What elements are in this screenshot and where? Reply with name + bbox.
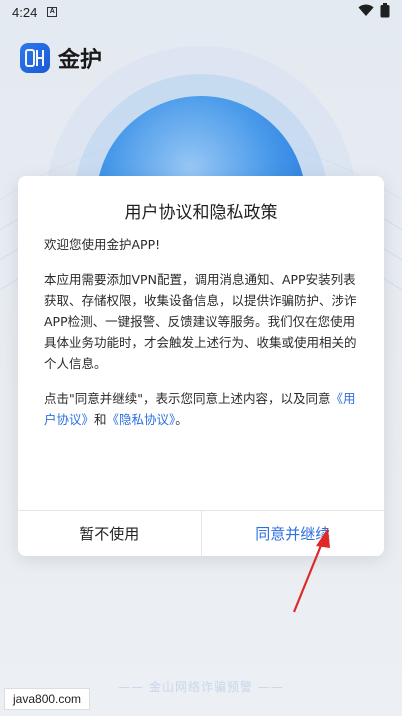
dialog-footer: 暂不使用 同意并继续 (18, 510, 384, 556)
permissions-paragraph: 本应用需要添加VPN配置，调用消息通知、APP安装列表获取、存储权限，收集设备信… (44, 272, 357, 371)
dialog-greeting: 欢迎您使用金护APP! (44, 237, 161, 252)
accept-continue-button[interactable]: 同意并继续 (201, 511, 384, 556)
consent-text-prefix: 点击"同意并继续"，表示您同意上述内容，以及同意 (44, 391, 331, 406)
dialog-body: 欢迎您使用金护APP! 本应用需要添加VPN配置，调用消息通知、APP安装列表获… (18, 234, 384, 430)
privacy-policy-link[interactable]: 《隐私协议》 (107, 412, 176, 427)
site-watermark: java800.com (4, 688, 91, 710)
dialog-title: 用户协议和隐私政策 (124, 203, 278, 223)
consent-text-suffix: 。 (175, 412, 188, 427)
privacy-dialog: 用户协议和隐私政策 欢迎您使用金护APP! 本应用需要添加VPN配置，调用消息通… (18, 176, 384, 556)
decline-button[interactable]: 暂不使用 (18, 511, 202, 556)
consent-text-middle: 和 (94, 412, 107, 427)
consent-paragraph: 点击"同意并继续"，表示您同意上述内容，以及同意《用户协议》和《隐私协议》。 (44, 388, 358, 430)
